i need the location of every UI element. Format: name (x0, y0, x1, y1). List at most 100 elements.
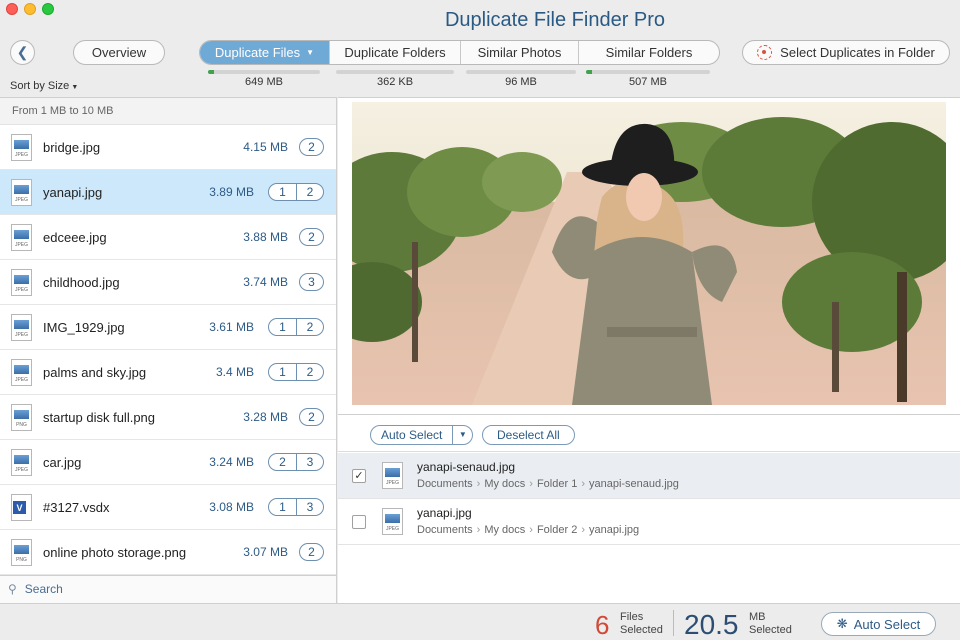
duplicate-count-badge: 2 (299, 228, 324, 246)
file-list-item[interactable]: JPEG yanapi.jpg 3.89 MB 1 2 (0, 170, 336, 215)
tab-similar-photos[interactable]: Similar Photos (461, 41, 579, 64)
duplicate-count-badge: 12 (268, 363, 324, 381)
file-list-item[interactable]: JPEG edceee.jpg 3.88 MB 2 (0, 215, 336, 260)
file-size: 3.4 MB (215, 365, 254, 379)
tab-size-meter (466, 70, 576, 74)
file-list-item[interactable]: JPEG palms and sky.jpg 3.4 MB 1 2 (0, 350, 336, 395)
file-name: startup disk full.png (43, 409, 156, 425)
app-title: Duplicate File Finder Pro (444, 9, 666, 31)
chevron-left-icon: ❮ (16, 44, 29, 60)
preview-photo (352, 102, 946, 405)
caret-down-icon: ▼ (71, 84, 79, 91)
select-duplicates-in-folder-button[interactable]: Select Duplicates in Folder (742, 40, 950, 65)
search-field[interactable]: ⚲ Search (0, 575, 336, 604)
file-size: 3.28 MB (243, 410, 288, 424)
file-name: car.jpg (43, 454, 82, 470)
status-bar: 6 Files Selected 20.5 MB Selected ❋ Auto… (0, 603, 960, 640)
file-name: bridge.jpg (43, 139, 101, 155)
duplicate-count-badge: 2 (299, 138, 324, 156)
file-list-item[interactable]: JPEG IMG_1929.jpg 3.61 MB 1 2 (0, 305, 336, 350)
duplicate-count-badge: 2 (299, 543, 324, 561)
file-list-item[interactable]: V #3127.vsdx 3.08 MB 1 3 (0, 485, 336, 530)
file-name: IMG_1929.jpg (43, 319, 125, 335)
target-icon (757, 45, 773, 60)
image-file-icon: JPEG (382, 462, 403, 489)
duplicate-item[interactable]: JPEG yanapi.jpg Documents › My docs › Folder 2… (338, 499, 960, 545)
tab-similar-folders[interactable]: Similar Folders (579, 41, 719, 64)
file-size: 3.74 MB (243, 275, 288, 289)
duplicate-checkbox[interactable]: ✓ (352, 469, 366, 483)
image-file-icon: JPEG (11, 359, 32, 386)
file-size: 3.61 MB (209, 320, 254, 334)
duplicate-count-badge: 3 (299, 273, 324, 291)
file-size: 3.88 MB (243, 230, 288, 244)
file-size: 4.15 MB (243, 140, 288, 154)
duplicate-file-name: yanapi-senaud.jpg (417, 460, 516, 474)
selection-actions: Auto Select ▼ Deselect All (338, 416, 960, 452)
duplicate-checkbox[interactable] (352, 515, 366, 529)
duplicate-count-badge: 12 (268, 183, 324, 201)
tab-size-label: 96 MB (505, 76, 537, 88)
overview-button[interactable]: Overview (73, 40, 165, 65)
image-preview (352, 102, 946, 405)
selected-size-label: MB Selected (749, 611, 792, 636)
detail-panel: Auto Select ▼ Deselect All ✓ JPEG yanapi-s… (338, 97, 960, 603)
chevron-right-icon: › (476, 478, 481, 490)
duplicate-count-badge: 13 (268, 498, 324, 516)
back-button[interactable]: ❮ (10, 40, 35, 65)
tab-size-label: 362 KB (376, 76, 414, 88)
selected-files-count: 6 (595, 610, 610, 640)
caret-down-icon: ▼ (458, 430, 467, 439)
search-icon: ⚲ (8, 582, 17, 596)
auto-select-button[interactable]: Auto Select (371, 426, 452, 444)
image-file-icon: JPEG (11, 134, 32, 161)
file-name: edceee.jpg (43, 229, 107, 245)
preview-area (338, 98, 960, 415)
chevron-right-icon: › (581, 478, 585, 490)
chevron-right-icon: › (529, 524, 533, 536)
file-list-item[interactable]: JPEG bridge.jpg 4.15 MB 2 (0, 125, 336, 170)
duplicate-file-path: Documents › My docs › Folder 2 › yanapi.jpg (417, 524, 640, 536)
status-divider (673, 610, 674, 636)
file-list-item[interactable]: JPEG car.jpg 3.24 MB 2 3 (0, 440, 336, 485)
deselect-all-button[interactable]: Deselect All (482, 425, 575, 445)
tab-size-meter (208, 70, 320, 74)
file-list-item[interactable]: PNG online photo storage.png 3.07 MB 2 (0, 530, 336, 575)
image-file-icon: JPEG (11, 224, 32, 251)
tab-duplicate-folders[interactable]: Duplicate Folders (330, 41, 461, 64)
file-list: JPEG bridge.jpg 4.15 MB 2 JPEG yanapi.jpg 3.89… (0, 125, 336, 575)
duplicate-file-path: Documents › My docs › Folder 1 › yanapi-senaud… (417, 478, 679, 490)
image-file-icon: JPEG (11, 449, 32, 476)
file-size: 3.89 MB (209, 185, 254, 199)
file-list-item[interactable]: JPEG childhood.jpg 3.74 MB 3 (0, 260, 336, 305)
image-file-icon: JPEG (11, 314, 32, 341)
duplicate-file-name: yanapi.jpg (417, 506, 472, 520)
auto-select-split-button: Auto Select ▼ (370, 425, 474, 445)
tab-size-label: 649 MB (245, 76, 283, 88)
image-file-icon: JPEG (11, 269, 32, 296)
chevron-right-icon: › (476, 524, 481, 536)
file-list-item[interactable]: PNG startup disk full.png 3.28 MB 2 (0, 395, 336, 440)
size-group-header: From 1 MB to 10 MB (0, 98, 336, 125)
duplicate-count-badge: 2 (299, 408, 324, 426)
duplicate-count-badge: 12 (268, 318, 324, 336)
duplicate-count-badge: 23 (268, 453, 324, 471)
sort-by-dropdown[interactable]: Sort by Size ▼ (10, 80, 78, 92)
file-size: 3.24 MB (209, 455, 254, 469)
image-file-icon: PNG (11, 539, 32, 566)
tab-size-label: 507 MB (629, 76, 667, 88)
auto-select-bottom-button[interactable]: ❋ Auto Select (821, 612, 936, 636)
chevron-right-icon: › (581, 524, 585, 536)
caret-down-icon: ▼ (306, 48, 315, 57)
file-name: palms and sky.jpg (43, 364, 147, 380)
auto-select-dropdown[interactable]: ▼ (452, 426, 472, 444)
duplicate-item[interactable]: ✓ JPEG yanapi-senaud.jpg Documents › My docs ›… (338, 453, 960, 499)
file-name: online photo storage.png (43, 544, 187, 560)
tab-duplicate-files[interactable]: Duplicate Files ▼ (200, 41, 330, 64)
chevron-right-icon: › (529, 478, 533, 490)
file-name: yanapi.jpg (43, 184, 103, 200)
selected-size-value: 20.5 (684, 609, 739, 640)
category-tabs: Duplicate Files ▼ Duplicate Folders Simil… (199, 40, 720, 65)
file-name: #3127.vsdx (43, 499, 110, 515)
selected-files-label: Files Selected (620, 611, 663, 636)
